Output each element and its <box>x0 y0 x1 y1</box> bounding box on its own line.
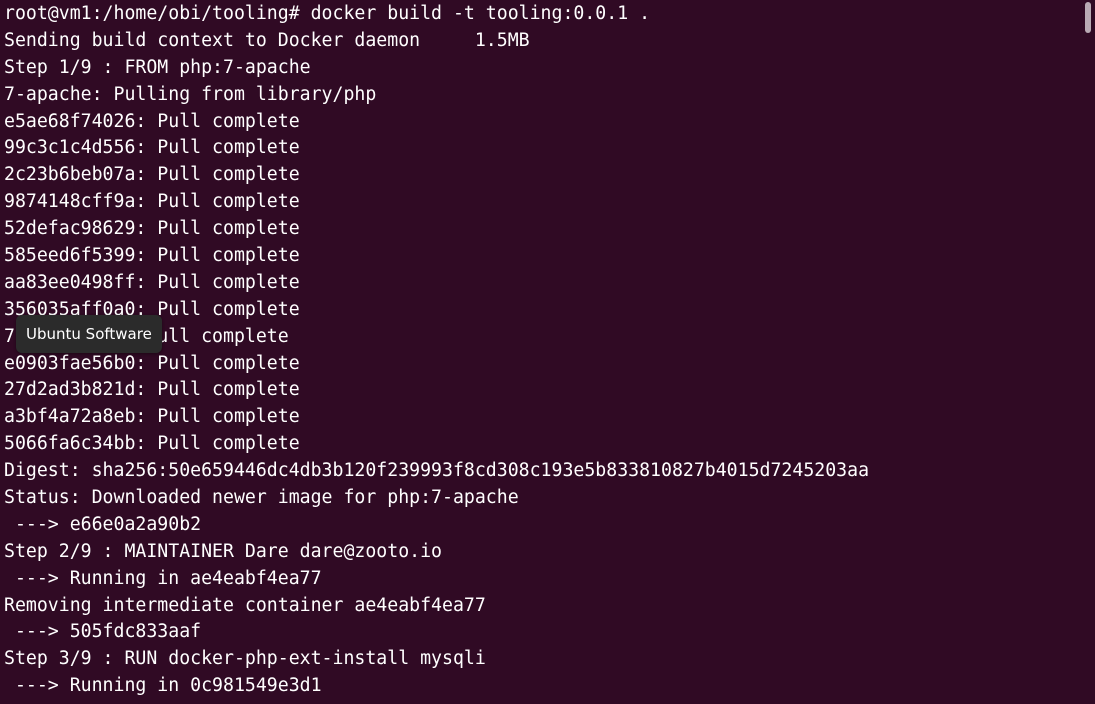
terminal-line: 5066fa6c34bb: Pull complete <box>4 433 300 455</box>
terminal-line: aa83ee0498ff: Pull complete <box>4 271 300 293</box>
terminal-line: Digest: sha256:50e659446dc4db3b120f23999… <box>4 460 870 482</box>
scrollbar-thumb[interactable] <box>1085 2 1091 33</box>
terminal-line: ---> Running in ae4eabf4ea77 <box>4 567 322 589</box>
terminal-line: 27d2ad3b821d: Pull complete <box>4 379 300 401</box>
dock-tooltip: Ubuntu Software <box>16 315 162 353</box>
terminal-line: 9874148cff9a: Pull complete <box>4 191 300 213</box>
vertical-scrollbar[interactable] <box>1081 0 1095 704</box>
terminal-line: e0903fae56b0: Pull complete <box>4 352 300 374</box>
terminal-line: Removing intermediate container ae4eabf4… <box>4 594 486 616</box>
terminal-line: ---> Running in 0c981549e3d1 <box>4 675 322 697</box>
terminal-line: Step 3/9 : RUN docker-php-ext-install my… <box>4 648 486 670</box>
terminal-line: 7-apache: Pulling from library/php <box>4 83 377 105</box>
terminal-line: ---> e66e0a2a90b2 <box>4 513 202 535</box>
terminal-line: Step 2/9 : MAINTAINER Dare dare@zooto.io <box>4 540 442 562</box>
terminal-line: Sending build context to Docker daemon 1… <box>4 29 530 51</box>
terminal-line: ---> 505fdc833aaf <box>4 621 202 643</box>
terminal-line: a3bf4a72a8eb: Pull complete <box>4 406 300 428</box>
terminal-line: 52defac98629: Pull complete <box>4 218 300 240</box>
terminal-line: Status: Downloaded newer image for php:7… <box>4 487 519 509</box>
terminal-line: 2c23b6beb07a: Pull complete <box>4 164 300 186</box>
terminal-line: 99c3c1c4d556: Pull complete <box>4 137 300 159</box>
terminal-window[interactable]: root@vm1:/home/obi/tooling# docker build… <box>0 0 1095 704</box>
terminal-line: e5ae68f74026: Pull complete <box>4 110 300 132</box>
terminal-line: Step 1/9 : FROM php:7-apache <box>4 56 311 78</box>
terminal-line: 585eed6f5399: Pull complete <box>4 245 300 267</box>
terminal-line: root@vm1:/home/obi/tooling# docker build… <box>4 3 651 24</box>
